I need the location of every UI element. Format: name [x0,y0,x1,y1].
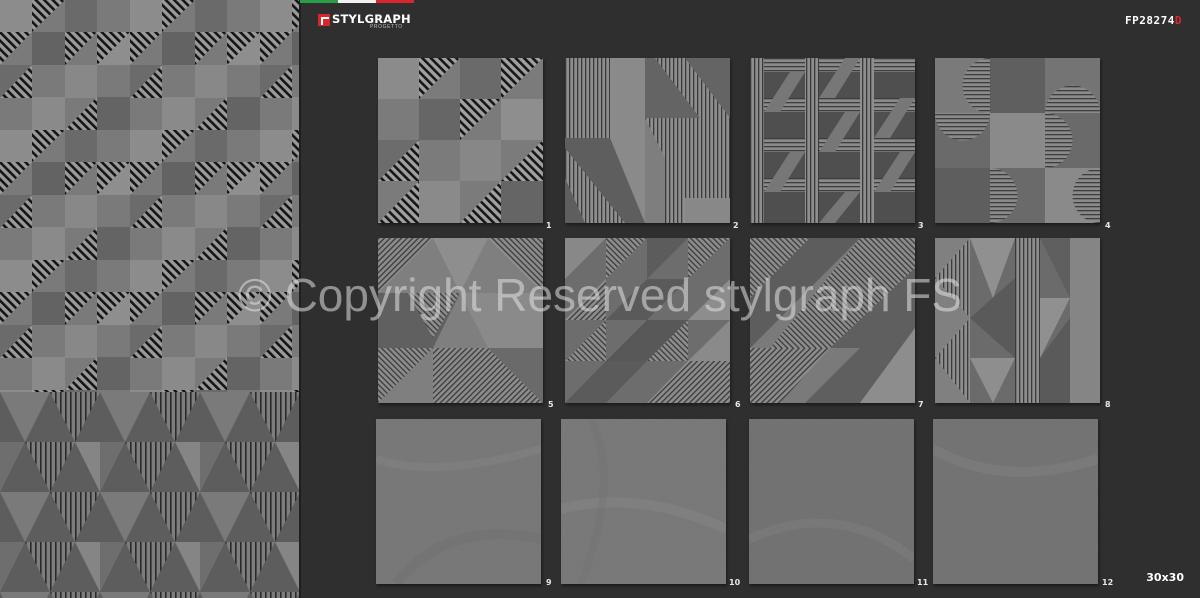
tile-4-pattern-icon [935,58,1100,223]
panel-divider [299,0,301,598]
tile-12-number: 12 [1102,578,1114,587]
installation-preview [0,0,299,598]
tile-8[interactable] [935,238,1100,403]
tile-1-number: 1 [546,221,552,230]
tile-5-pattern-icon [378,238,543,403]
tile-3-pattern-icon [750,58,915,223]
tile-10-number: 10 [729,578,741,587]
tile-7-pattern-icon [750,238,915,403]
tile-4-number: 4 [1105,221,1111,230]
tile-6-number: 6 [735,400,741,409]
tile-1-pattern-icon [378,58,543,223]
product-code: FP28274D [1125,14,1182,27]
tile-11[interactable] [749,419,914,584]
tile-11-number: 11 [917,578,929,587]
tile-size-label: 30x30 [1146,571,1184,584]
tile-9-number: 9 [546,578,552,587]
tile-3-number: 3 [918,221,924,230]
product-code-main: FP28274 [1125,14,1175,27]
tile-5-number: 5 [548,400,554,409]
brand-subtitle: PROGETTO [370,24,403,30]
preview-pattern-triangles [0,392,299,598]
tile-5[interactable] [378,238,543,403]
brand-logo: STYLGRAPH PROGETTO [318,13,411,30]
tile-2-pattern-icon [565,58,730,223]
tile-4[interactable] [935,58,1100,223]
preview-pattern-diagonal [0,0,299,392]
tile-9[interactable] [376,419,541,584]
tile-11-stone-icon [749,419,914,584]
tile-6-pattern-icon [565,238,730,403]
logo-mark-icon [318,14,330,26]
tile-2-number: 2 [733,221,739,230]
tile-8-number: 8 [1105,400,1111,409]
tile-10-stone-icon [561,419,726,584]
tile-9-stone-icon [376,419,541,584]
tile-3[interactable] [750,58,915,223]
tile-8-pattern-icon [935,238,1100,403]
tile-12-stone-icon [933,419,1098,584]
tile-12[interactable] [933,419,1098,584]
tile-7[interactable] [750,238,915,403]
tile-7-number: 7 [918,400,924,409]
tile-1[interactable] [378,58,543,223]
italian-flag-strip [300,0,414,3]
product-code-suffix: D [1174,14,1182,27]
tile-10[interactable] [561,419,726,584]
tile-6[interactable] [565,238,730,403]
tile-2[interactable] [565,58,730,223]
